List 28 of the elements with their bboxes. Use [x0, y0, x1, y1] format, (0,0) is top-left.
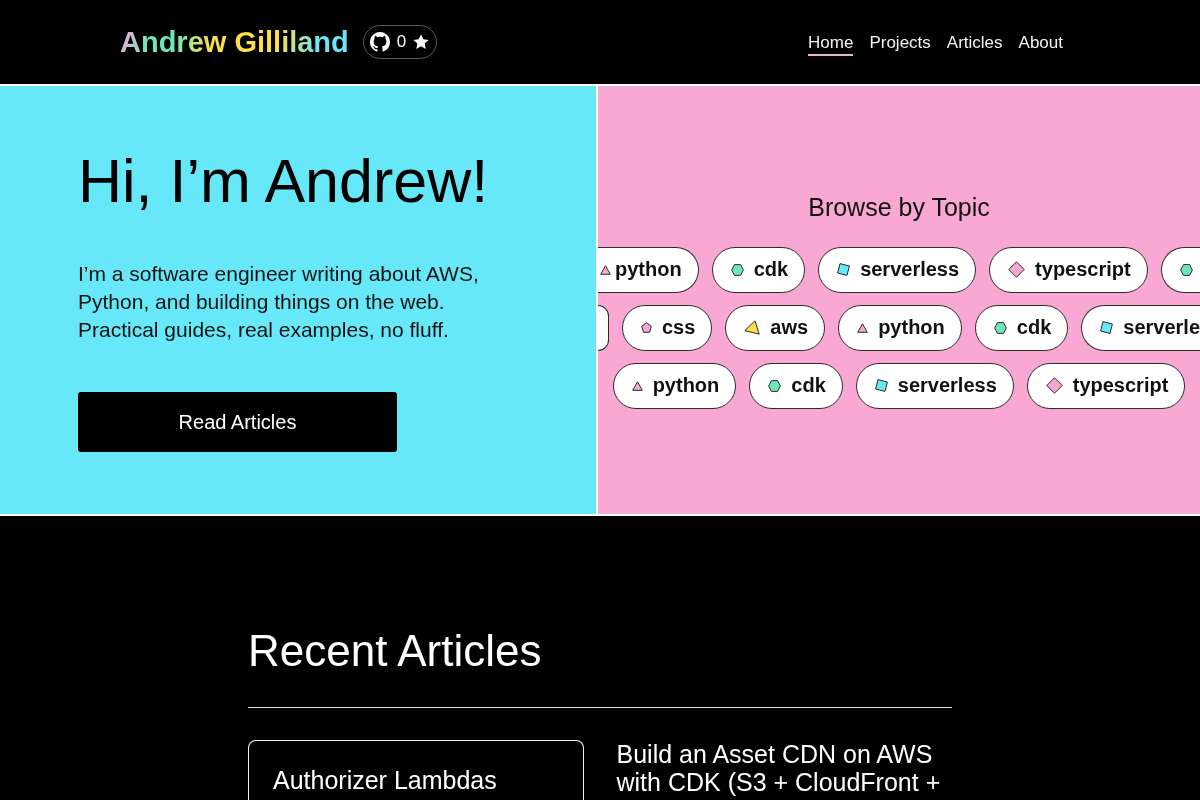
intro-text: I’m a software engineer writing about AWS, Python, and building things on the web. Practical guides, real examples, no fluff.	[78, 261, 480, 343]
topic-tag[interactable]: python	[838, 304, 962, 351]
topic-tag[interactable]: python	[598, 246, 699, 293]
nav-link[interactable]: Home	[808, 28, 854, 56]
hero-heading: Hi, I’m Andrew!	[78, 148, 489, 215]
topic-tag[interactable]: cdk	[974, 304, 1069, 351]
topic-tag[interactable]	[598, 304, 609, 351]
topic-tag[interactable]: python	[612, 362, 737, 409]
topic-tag[interactable]: serverless	[818, 246, 977, 293]
github-icon	[369, 32, 390, 52]
topic-tag[interactable]: cdk	[749, 362, 843, 409]
article-link[interactable]: Build an Asset CDN on AWS with CDK (S3 + CloudFront +	[616, 740, 952, 796]
nav-link[interactable]: Articles	[946, 28, 1003, 56]
topics-title: Browse by Topic	[808, 191, 990, 222]
nav-link[interactable]: Projects	[869, 28, 931, 56]
topic-tag[interactable]: typescript	[989, 246, 1148, 293]
section-heading: Recent Articles	[248, 626, 542, 676]
nav-link[interactable]: About	[1018, 28, 1063, 56]
topic-tag[interactable]: typescript	[1026, 362, 1186, 409]
topic-tag[interactable]: serverless	[855, 362, 1014, 409]
topic-tag[interactable]: css	[621, 304, 713, 351]
topic-tag[interactable]	[1160, 246, 1200, 293]
topic-tag[interactable]: aws	[725, 304, 826, 351]
topic-tag[interactable]: cdk	[711, 246, 806, 293]
article-card[interactable]: Authorizer Lambdas	[248, 740, 584, 800]
star-icon	[413, 34, 430, 50]
read-articles-button[interactable]: Read Articles	[78, 392, 397, 452]
topic-tag[interactable]: serverle	[1081, 304, 1200, 351]
